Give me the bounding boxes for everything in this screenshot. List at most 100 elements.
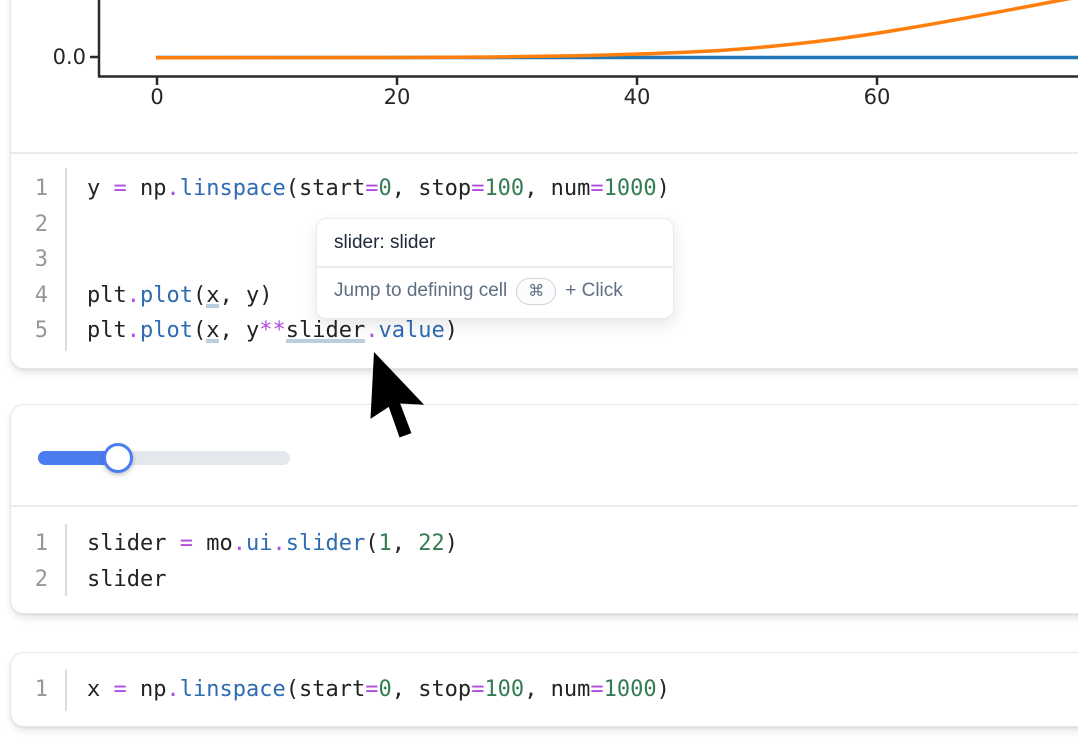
x-tick-marks [157,77,877,85]
line-number: 2 [10,207,48,243]
code-token: 1000 [604,176,657,201]
code-token: 100 [484,677,524,702]
line-number: 5 [10,313,48,349]
code-token: linspace [180,176,286,201]
code-token: y [87,176,114,201]
code-token: x [87,677,114,702]
code-token: slider [286,531,365,556]
code-token: = [365,677,378,702]
variable-tooltip: slider: slider Jump to defining cell ⌘ +… [316,218,674,319]
code-token: , y [219,318,259,343]
code-token: = [471,677,484,702]
code-token: , [392,531,419,556]
series-line-orange [156,0,1078,58]
code-token: 1000 [604,677,657,702]
code-token: = [590,176,603,201]
x-tick-label: 20 [384,85,411,109]
code-line: 1 x = np.linspace(start=0, stop=100, num… [10,672,1070,708]
code-token: ** [259,318,286,343]
code-token: ( [193,318,206,343]
code-token: 0 [378,176,391,201]
code-token: plot [140,283,193,308]
code-token: ui [246,531,273,556]
slider-reference-token-hovered[interactable]: slider [286,318,365,345]
x-reference-token[interactable]: x [206,283,219,310]
code-token: np [127,176,167,201]
matplotlib-figure: 0.0 0 20 40 60 [0,0,1078,152]
code-text[interactable]: plt.plot(x, y) [48,278,272,314]
code-token: (start [286,176,365,201]
code-token: ( [365,531,378,556]
code-token: linspace [180,677,286,702]
code-token: . [272,531,285,556]
y-tick-label: 0.0 [53,45,86,69]
code-line: 2 slider [10,562,1070,598]
code-token: (start [286,677,365,702]
code-token: . [365,318,378,343]
code-token: = [471,176,484,201]
code-token: , num [524,677,590,702]
code-token: , stop [392,176,471,201]
code-token: 0 [378,677,391,702]
command-key-badge: ⌘ [516,278,556,305]
code-token: ) [657,176,670,201]
code-token: 1 [378,531,391,556]
line-number: 1 [10,526,48,562]
code-token: plot [140,318,193,343]
tooltip-action-label: Jump to defining cell [334,280,507,302]
x-tick-label: 0 [150,85,163,109]
code-text[interactable]: slider = mo.ui.slider(1, 22) [48,526,458,562]
code-editor-slider-cell[interactable]: 1 slider = mo.ui.slider(1, 22) 2 slider [10,526,1070,597]
code-token: np [127,677,167,702]
tooltip-action-suffix: + Click [565,280,623,302]
code-token: , num [524,176,590,201]
line-number: 4 [10,278,48,314]
x-reference-token[interactable]: x [206,318,219,345]
code-text[interactable] [48,207,87,243]
code-token: , stop [392,677,471,702]
code-token: slider [87,531,180,556]
code-editor-x-cell[interactable]: 1 x = np.linspace(start=0, stop=100, num… [10,672,1070,708]
code-token: 22 [418,531,445,556]
x-tick-label: 40 [624,85,651,109]
code-token: ( [193,283,206,308]
code-text[interactable]: slider [48,562,166,598]
cell-plot-output-divider [11,152,1078,154]
x-tick-label: 60 [864,85,891,109]
tooltip-action-row: Jump to defining cell ⌘ + Click [317,268,673,318]
line-number: 3 [10,242,48,278]
code-token: . [167,176,180,201]
code-token: ) [445,531,458,556]
cell-slider-output-divider [11,505,1078,507]
code-token: = [114,677,127,702]
code-token: . [233,531,246,556]
code-token: plt [87,318,127,343]
code-token: slider [87,567,166,592]
code-token: = [114,176,127,201]
code-token: = [365,176,378,201]
code-text[interactable]: y = np.linspace(start=0, stop=100, num=1… [48,171,670,207]
code-token: ) [657,677,670,702]
code-token: 100 [484,176,524,201]
code-token: plt [87,283,127,308]
mouse-cursor-icon [352,344,462,454]
code-token: , y) [219,283,272,308]
code-token: = [590,677,603,702]
code-token: = [180,531,193,556]
code-token: . [127,318,140,343]
code-line: 1 y = np.linspace(start=0, stop=100, num… [10,171,1070,207]
slider-handle[interactable] [103,443,133,473]
code-line: 1 slider = mo.ui.slider(1, 22) [10,526,1070,562]
code-token: mo [193,531,233,556]
line-number: 1 [10,672,48,708]
notebook-page: 0.0 0 20 40 60 1 y = np.linspace(start=0… [0,0,1078,746]
code-text[interactable] [48,242,87,278]
code-token: . [167,677,180,702]
tooltip-variable-title: slider: slider [317,219,673,266]
code-token: ) [445,318,458,343]
code-token: value [378,318,444,343]
line-number: 1 [10,171,48,207]
line-number: 2 [10,562,48,598]
code-text[interactable]: x = np.linspace(start=0, stop=100, num=1… [48,672,670,708]
code-token: . [127,283,140,308]
